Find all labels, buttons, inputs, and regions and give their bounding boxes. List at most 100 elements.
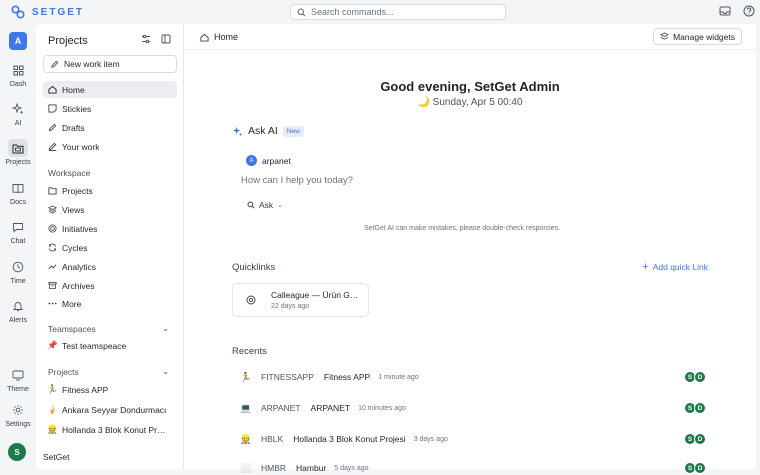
search-placeholder: Search commands...: [311, 7, 394, 17]
nav-cycles[interactable]: Cycles: [43, 239, 177, 256]
target-icon: [48, 224, 57, 233]
sidebar-title: Projects: [48, 35, 88, 47]
recent-time: 3 days ago: [413, 435, 448, 443]
project-id: HMBR: [261, 463, 287, 473]
teamspaces-heading: Teamspaces: [48, 324, 96, 334]
nav-project-ankara[interactable]: 🍦 Ankara Seyyar Dondurmacı: [43, 401, 177, 418]
nav-archives[interactable]: Archives: [43, 277, 177, 294]
help-icon[interactable]: [742, 4, 756, 18]
filter-icon[interactable]: [141, 34, 151, 46]
chat-icon: [8, 218, 28, 236]
app-name: SETGET: [32, 6, 85, 18]
nav-your-work[interactable]: Your work: [43, 138, 177, 155]
recent-row[interactable]: 💻 ARPANET ARPANET 10 minutes ago S D: [232, 400, 708, 416]
recents-title: Recents: [232, 346, 267, 357]
rail-item-alerts[interactable]: Alerts: [0, 297, 36, 324]
ask-ai-header: Ask AI New: [232, 125, 304, 137]
projects-sidebar: Projects New work item Home Stickies Dra…: [36, 24, 184, 469]
recent-time: 1 minute ago: [378, 373, 419, 381]
sticky-note-icon: [48, 104, 57, 113]
workspace-heading: Workspace: [48, 168, 91, 178]
rail-item-projects[interactable]: Projects: [0, 139, 36, 166]
search-icon: [297, 8, 306, 16]
avatar: D: [694, 371, 706, 383]
avatar: D: [694, 433, 706, 445]
command-search[interactable]: Search commands...: [290, 4, 506, 20]
recent-row[interactable]: 👷 HBLK Hollanda 3 Blok Konut Projesi 3 d…: [232, 431, 708, 447]
nav-home[interactable]: Home: [43, 81, 177, 98]
chevron-down-icon: ⌄: [277, 202, 284, 209]
workspace-avatar[interactable]: A: [9, 32, 27, 50]
workspace-footer[interactable]: SetGet: [43, 452, 69, 462]
new-work-item-button[interactable]: New work item: [43, 55, 177, 73]
quicklink-card[interactable]: Calleague — Ürün Gereksinimleri 22 days …: [232, 283, 369, 317]
edit-icon: [51, 60, 59, 68]
ai-agent-selector[interactable]: A arpanet: [246, 155, 291, 166]
trend-icon: [48, 262, 57, 271]
folder-icon: [8, 139, 28, 157]
date-line: 🌙 Sunday, Apr 5 00:40: [184, 97, 756, 108]
app-logo[interactable]: SETGET: [10, 4, 84, 20]
manage-widgets-button[interactable]: Manage widgets: [653, 28, 742, 45]
projects-heading: Projects: [48, 367, 79, 377]
nav-project-fitness[interactable]: 🏃 Fitness APP: [43, 381, 177, 398]
monitor-icon: [8, 366, 28, 384]
project-emoji: 👷: [47, 424, 58, 434]
rail-item-settings[interactable]: Settings: [0, 401, 36, 428]
rail-item-chat[interactable]: Chat: [0, 218, 36, 245]
recent-row[interactable]: ⬜ HMBR Hambur 5 days ago S D: [232, 460, 708, 475]
user-avatar[interactable]: S: [8, 443, 26, 461]
add-quick-link-button[interactable]: + Add quick Link: [642, 260, 708, 273]
sparkle-icon: [232, 126, 243, 136]
nav-project-hollanda[interactable]: 👷 Hollanda 3 Blok Konut Projesi: [43, 421, 177, 438]
new-badge: New: [282, 125, 304, 137]
project-name: Hollanda 3 Blok Konut Projesi: [293, 434, 406, 444]
sparkle-icon: [8, 100, 28, 118]
nav-more[interactable]: More: [43, 295, 177, 312]
recent-row[interactable]: 🏃 FITNESSAPP Fitness APP 1 minute ago S …: [232, 369, 708, 385]
project-name: ARPANET: [310, 403, 351, 413]
nav-projects[interactable]: Projects: [43, 182, 177, 199]
sidebar-toggle-icon[interactable]: [161, 34, 171, 46]
link-icon: [246, 295, 256, 305]
rail-item-theme[interactable]: Theme: [0, 366, 36, 393]
quicklink-name: Calleague — Ürün Gereksinimleri: [271, 290, 363, 300]
rail-item-ai[interactable]: AI: [0, 100, 36, 127]
plus-icon: +: [642, 260, 649, 273]
ask-mode-dropdown[interactable]: Ask ⌄: [247, 200, 283, 210]
chevron-down-icon[interactable]: ⌄: [162, 324, 169, 333]
teamspace-emoji: 📌: [47, 340, 58, 350]
widgets-icon: [660, 32, 670, 40]
pencil-icon: [48, 123, 57, 132]
grid-icon: [8, 61, 28, 79]
top-bar: SETGET Search commands...: [0, 0, 760, 24]
project-emoji: 💻: [240, 402, 252, 413]
quicklink-time: 22 days ago: [271, 303, 310, 310]
nav-initiatives[interactable]: Initiatives: [43, 220, 177, 237]
breadcrumb[interactable]: Home: [200, 32, 238, 42]
rail-item-dash[interactable]: Dash: [0, 61, 36, 88]
member-avatars: S D: [684, 402, 706, 414]
recent-time: 5 days ago: [334, 464, 369, 472]
project-id: HBLK: [261, 434, 284, 444]
project-emoji: 🍦: [47, 404, 58, 414]
nav-analytics[interactable]: Analytics: [43, 258, 177, 275]
nav-views[interactable]: Views: [43, 201, 177, 218]
nav-stickies[interactable]: Stickies: [43, 100, 177, 117]
pen-icon: [48, 142, 57, 151]
inbox-icon[interactable]: [718, 4, 732, 18]
nav-teamspace[interactable]: 📌 Test teamspeace: [43, 337, 177, 354]
ask-ai-input[interactable]: How can I help you today?: [241, 175, 353, 186]
nav-drafts[interactable]: Drafts: [43, 119, 177, 136]
rail-item-docs[interactable]: Docs: [0, 179, 36, 206]
clock-icon: [8, 258, 28, 276]
book-icon: [8, 179, 28, 197]
member-avatars: S D: [684, 433, 706, 445]
search-icon: [247, 201, 255, 209]
folder-icon: [48, 186, 57, 195]
rail-item-time[interactable]: Time: [0, 258, 36, 285]
project-emoji: 👷: [240, 433, 252, 444]
chevron-down-icon[interactable]: ⌄: [162, 367, 169, 376]
setget-logo-icon: [11, 5, 25, 19]
recent-time: 10 minutes ago: [358, 404, 406, 412]
